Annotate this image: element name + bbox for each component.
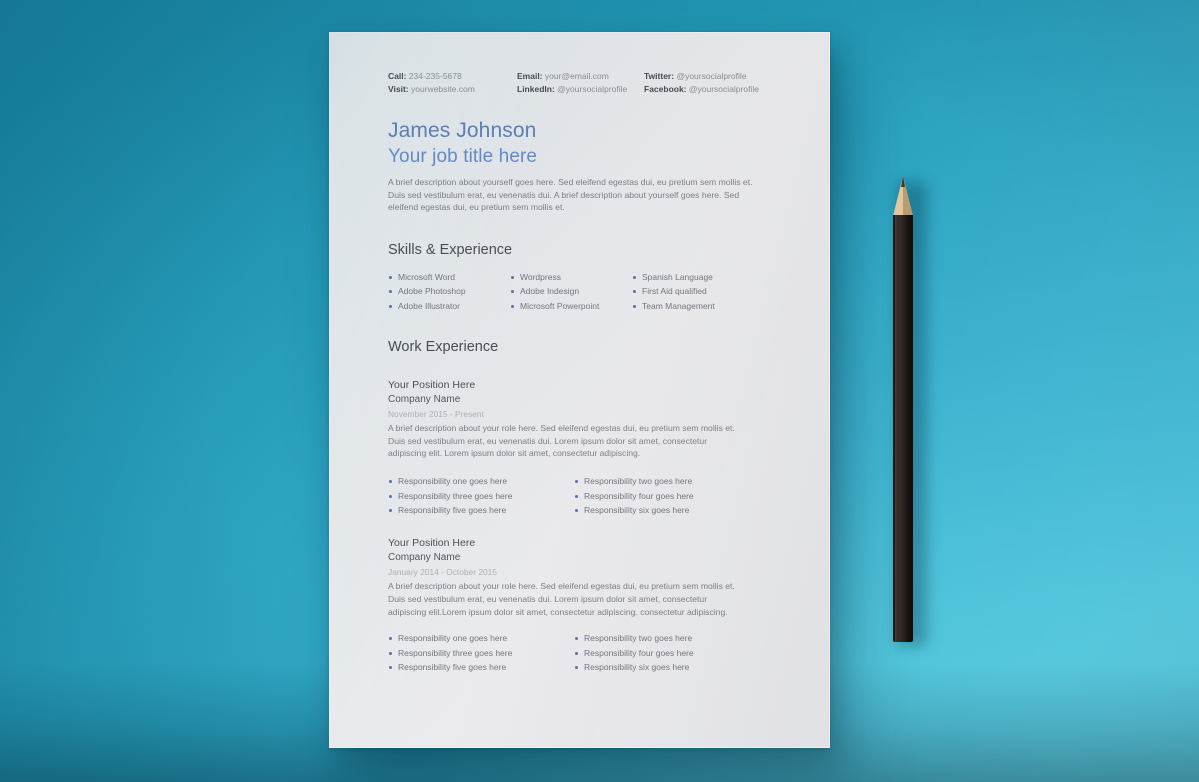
contact-email-label: Email:	[517, 71, 543, 81]
contact-website-label: Visit:	[388, 84, 409, 94]
responsibility-item: Responsibility four goes here	[574, 646, 760, 660]
contact-website-value: yourwebsite.com	[411, 84, 475, 94]
skill-item: Adobe Indesign	[510, 284, 632, 298]
contact-twitter-value: @yoursocialprofile	[676, 71, 747, 81]
work-entry-description: A brief description about your role here…	[388, 581, 735, 617]
work-entry-company: Company Name	[388, 394, 461, 405]
skills-column-3: Spanish Language First Aid qualified Tea…	[632, 270, 754, 313]
contact-facebook-value: @yoursocialprofile	[688, 84, 759, 94]
pencil-graphite-lead-icon	[900, 176, 905, 187]
responsibilities-column-2: Responsibility two goes here Responsibil…	[574, 631, 760, 674]
skills-column-2: Wordpress Adobe Indesign Microsoft Power…	[510, 270, 632, 313]
contact-header: Call: 234-235-5678 Visit: yourwebsite.co…	[388, 70, 790, 96]
contact-column-2: Email: your@email.com LinkedIn: @yoursoc…	[517, 70, 644, 96]
contact-column-3: Twitter: @yoursocialprofile Facebook: @y…	[644, 70, 759, 96]
skill-item: Wordpress	[510, 270, 632, 284]
skill-item: Spanish Language	[632, 270, 754, 284]
work-entry-description: A brief description about your role here…	[388, 423, 735, 459]
work-entry-position: Your Position Here	[388, 379, 476, 391]
responsibilities-column-1: Responsibility one goes here Responsibil…	[388, 631, 574, 674]
skill-item: Microsoft Powerpoint	[510, 299, 632, 313]
contact-facebook: Facebook: @yoursocialprofile	[644, 83, 759, 96]
contact-column-1: Call: 234-235-5678 Visit: yourwebsite.co…	[388, 70, 517, 96]
responsibilities-column-1: Responsibility one goes here Responsibil…	[388, 474, 574, 517]
responsibility-item: Responsibility one goes here	[388, 631, 574, 645]
work-entry-company: Company Name	[388, 552, 461, 564]
responsibility-item: Responsibility one goes here	[388, 474, 574, 488]
work-entry-responsibilities: Responsibility one goes here Responsibil…	[388, 474, 790, 517]
contact-phone: Call: 234-235-5678	[388, 70, 517, 83]
responsibility-item: Responsibility two goes here	[574, 474, 760, 488]
candidate-job-title: Your job title here	[388, 146, 538, 167]
contact-linkedin-value: @yoursocialprofile	[557, 84, 628, 94]
work-entry-dates: November 2015 - Present	[388, 409, 484, 419]
contact-phone-label: Call:	[388, 71, 407, 81]
responsibility-item: Responsibility five goes here	[388, 660, 574, 674]
work-entry: Your Position Here Company Name November…	[388, 378, 790, 517]
skills-list: Microsoft Word Adobe Photoshop Adobe Ill…	[388, 270, 790, 313]
resume-content: Call: 234-235-5678 Visit: yourwebsite.co…	[329, 32, 830, 748]
pencil-tip-shading	[903, 176, 913, 216]
skill-item: Team Management	[632, 299, 754, 313]
skill-item: Microsoft Word	[388, 270, 510, 284]
contact-linkedin-label: LinkedIn:	[517, 84, 555, 94]
resume-paper-sheet: Call: 234-235-5678 Visit: yourwebsite.co…	[329, 32, 830, 748]
responsibility-item: Responsibility six goes here	[574, 503, 760, 517]
responsibility-item: Responsibility two goes here	[574, 631, 760, 645]
skill-item: First Aid qualified	[632, 284, 754, 298]
contact-website: Visit: yourwebsite.com	[388, 83, 517, 96]
skill-item: Adobe Illustrator	[388, 299, 510, 313]
contact-twitter: Twitter: @yoursocialprofile	[644, 70, 759, 83]
pencil-barrel	[893, 215, 913, 642]
responsibility-item: Responsibility four goes here	[574, 489, 760, 503]
responsibility-item: Responsibility three goes here	[388, 489, 574, 503]
responsibility-item: Responsibility three goes here	[388, 646, 574, 660]
skills-column-1: Microsoft Word Adobe Photoshop Adobe Ill…	[388, 270, 510, 313]
contact-twitter-label: Twitter:	[644, 71, 675, 81]
responsibility-item: Responsibility six goes here	[574, 660, 760, 674]
contact-phone-value: 234-235-5678	[408, 71, 462, 81]
work-entry-position: Your Position Here	[388, 537, 476, 550]
skill-item: Adobe Photoshop	[388, 284, 510, 298]
work-entry-dates: January 2014 - October 2015	[388, 567, 497, 578]
responsibilities-column-2: Responsibility two goes here Responsibil…	[574, 474, 760, 517]
photo-scene: Call: 234-235-5678 Visit: yourwebsite.co…	[0, 0, 1199, 782]
responsibility-item: Responsibility five goes here	[388, 503, 574, 517]
contact-email-value: your@email.com	[544, 71, 609, 81]
work-entry-responsibilities: Responsibility one goes here Responsibil…	[388, 631, 790, 674]
contact-linkedin: LinkedIn: @yoursocialprofile	[517, 83, 644, 96]
pencil	[893, 176, 913, 642]
work-section-heading: Work Experience	[388, 339, 499, 355]
contact-facebook-label: Facebook:	[644, 84, 687, 94]
candidate-name: James Johnson	[388, 119, 537, 142]
skills-section-heading: Skills & Experience	[388, 241, 513, 258]
work-entry: Your Position Here Company Name January …	[388, 536, 790, 674]
contact-email: Email: your@email.com	[517, 70, 644, 83]
candidate-summary: A brief description about yourself goes …	[388, 177, 753, 213]
